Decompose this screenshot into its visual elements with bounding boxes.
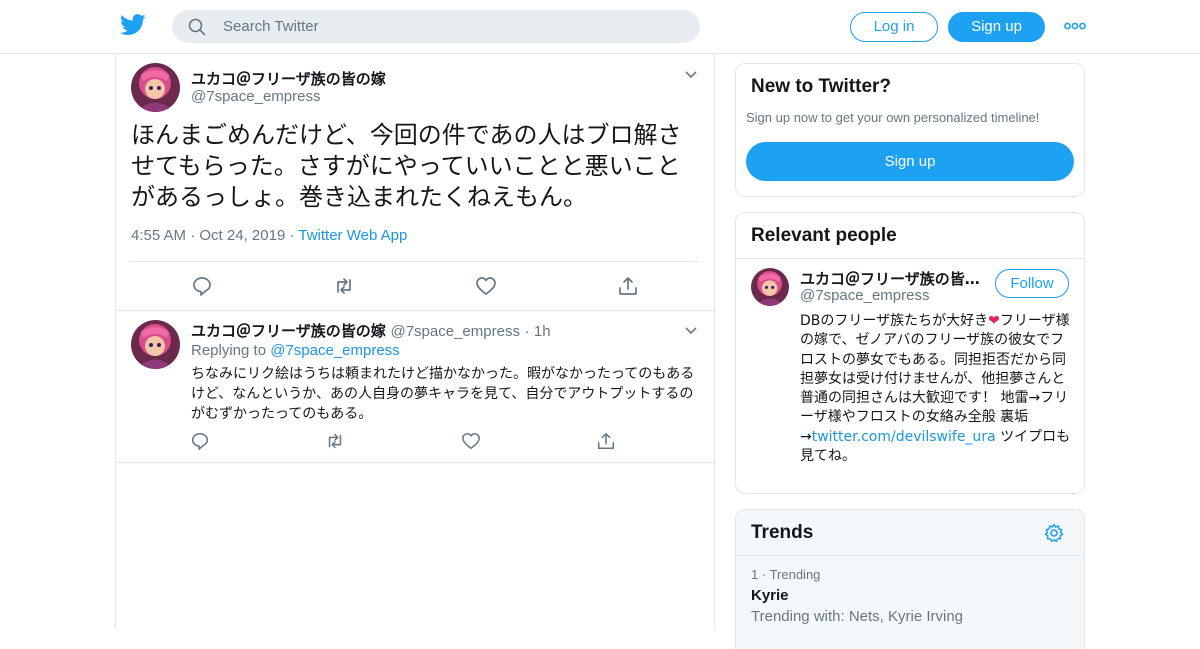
card-title: New to Twitter? xyxy=(751,76,892,97)
trends-card: Trends 1 · Trending Kyrie Trending with:… xyxy=(735,509,1085,649)
new-to-twitter-card: New to Twitter? Sign up now to get your … xyxy=(735,63,1085,197)
trend-rank: 1 xyxy=(751,567,759,582)
gear-icon[interactable] xyxy=(1044,523,1064,543)
heart-icon: ❤ xyxy=(988,313,1000,329)
replying-to-link[interactable]: @7space_empress xyxy=(270,342,399,359)
meta-separator: · xyxy=(524,323,534,340)
avatar[interactable] xyxy=(751,268,789,306)
person-bio: DBのフリーザ族たちが大好き❤フリーザ様の嫁で、ゼノアバのフリーザ族の彼女でフロ… xyxy=(800,312,1072,466)
bio-text: フリーザ様の嫁で、ゼノアバのフリーザ族の彼女でフロストの夢女でもある。同担拒否だ… xyxy=(800,313,1070,445)
author-name[interactable]: ユカコ＠フリーザ族の皆の嫁 xyxy=(191,68,386,89)
twitter-bird-icon[interactable] xyxy=(120,14,146,36)
sidebar-signup-button[interactable]: Sign up xyxy=(746,142,1074,181)
divider xyxy=(116,310,714,311)
relevant-people-card: Relevant people ユカコ＠フリーザ族の皆の嫁 @7space_em… xyxy=(735,212,1085,494)
like-icon[interactable] xyxy=(461,431,481,451)
trend-label: Trending xyxy=(769,567,821,582)
tweet-text: ほんまごめんだけど、今回の件であの人はブロ解させてもらった。さすがにやっていいこ… xyxy=(131,121,682,211)
replying-to: Replying to @7space_empress xyxy=(191,342,400,359)
reply-header: ユカコ＠フリーザ族の皆の嫁 @7space_empress · 1h xyxy=(191,320,551,341)
retweet-icon[interactable] xyxy=(333,275,355,297)
reply-icon[interactable] xyxy=(190,431,210,451)
replying-to-label: Replying to xyxy=(191,342,267,359)
person-handle[interactable]: @7space_empress xyxy=(800,287,929,304)
retweet-icon[interactable] xyxy=(325,431,345,451)
bio-link[interactable]: twitter.com/devilswife_ura xyxy=(812,429,996,445)
card-title: Trends xyxy=(751,522,814,543)
tweet-column: ユカコ＠フリーザ族の皆の嫁 @7space_empress ほんまごめんだけど、… xyxy=(115,54,715,630)
card-title: Relevant people xyxy=(751,225,897,246)
tweet-text: ちなみにリク絵はうちは頼まれたけど描かなかった。暇がなかったってのもあるけど、な… xyxy=(191,366,695,422)
person-name[interactable]: ユカコ＠フリーザ族の皆の嫁 xyxy=(800,268,990,289)
top-navigation-bar: Search Twitter Log in Sign up xyxy=(0,0,1200,54)
search-icon xyxy=(188,18,206,36)
follow-button[interactable]: Follow xyxy=(995,269,1069,298)
share-icon[interactable] xyxy=(596,431,616,451)
tweet-time[interactable]: 1h xyxy=(534,323,551,340)
divider xyxy=(129,261,699,262)
meta-separator: · xyxy=(190,227,200,244)
tweet-date: Oct 24, 2019 xyxy=(199,227,286,244)
divider xyxy=(736,258,1084,259)
avatar[interactable] xyxy=(131,320,180,369)
trend-name[interactable]: Kyrie xyxy=(751,587,789,604)
author-handle[interactable]: @7space_empress xyxy=(390,323,519,340)
tweet-source-link[interactable]: Twitter Web App xyxy=(298,227,407,244)
author-handle[interactable]: @7space_empress xyxy=(191,88,320,105)
more-dots-icon[interactable] xyxy=(1064,20,1086,32)
chevron-down-icon[interactable] xyxy=(684,70,698,80)
search-input[interactable]: Search Twitter xyxy=(223,18,319,35)
avatar[interactable] xyxy=(131,63,180,112)
like-icon[interactable] xyxy=(475,275,497,297)
tweet-time: 4:55 AM xyxy=(131,227,187,244)
search-box[interactable]: Search Twitter xyxy=(172,10,700,43)
author-name[interactable]: ユカコ＠フリーザ族の皆の嫁 xyxy=(191,322,386,340)
trend-meta: 1 · Trending xyxy=(751,567,820,582)
bio-text: DBのフリーザ族たちが大好き xyxy=(800,313,989,329)
meta-separator: · xyxy=(761,567,770,582)
chevron-down-icon[interactable] xyxy=(684,326,698,336)
card-subtitle: Sign up now to get your own personalized… xyxy=(746,110,1040,125)
signup-button[interactable]: Sign up xyxy=(948,12,1045,42)
share-icon[interactable] xyxy=(617,275,639,297)
trend-context: Trending with: Nets, Kyrie Irving xyxy=(751,608,964,625)
login-button[interactable]: Log in xyxy=(850,12,938,42)
divider xyxy=(736,555,1084,556)
divider xyxy=(116,462,714,463)
reply-icon[interactable] xyxy=(191,275,213,297)
tweet-metadata: 4:55 AM · Oct 24, 2019 · Twitter Web App xyxy=(131,227,407,244)
